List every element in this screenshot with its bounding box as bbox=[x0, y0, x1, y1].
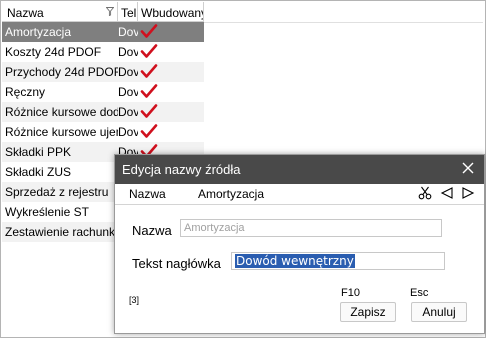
row-tel-cell: Dov bbox=[118, 85, 138, 99]
row-name-cell: Różnice kursowe doda bbox=[5, 105, 118, 119]
column-header-name[interactable]: Nazwa bbox=[2, 2, 118, 22]
save-shortcut-label: F10 bbox=[341, 287, 360, 299]
row-name-cell: Zestawienie rachunkó bbox=[5, 225, 118, 239]
filter-sort-icon[interactable] bbox=[106, 7, 114, 16]
name-field-label: Nazwa bbox=[132, 223, 172, 238]
table-row[interactable]: Koszty 24d PDOF Dov bbox=[2, 42, 204, 62]
table-row[interactable]: Różnice kursowe ujem Dov bbox=[2, 122, 204, 142]
row-built-in-cell bbox=[138, 22, 204, 42]
close-icon[interactable] bbox=[460, 160, 476, 176]
scissors-icon[interactable] bbox=[418, 186, 432, 200]
row-name-cell: Składki PPK bbox=[5, 145, 72, 159]
row-name-cell: Składki ZUS bbox=[5, 165, 72, 179]
edit-source-name-dialog: Edycja nazwy źródła Nazwa Amortyzacja Na… bbox=[114, 154, 485, 334]
cancel-button[interactable]: Anuluj bbox=[411, 302, 467, 322]
checkmark-icon bbox=[140, 64, 158, 78]
table-row[interactable]: Amortyzacja Dov bbox=[2, 22, 204, 42]
save-button[interactable]: Zapisz bbox=[340, 302, 396, 322]
row-built-in-cell bbox=[138, 42, 204, 62]
checkmark-icon bbox=[140, 24, 158, 38]
column-header-name-label: Nazwa bbox=[7, 6, 44, 20]
checkmark-icon bbox=[140, 124, 158, 138]
dialog-title: Edycja nazwy źródła bbox=[122, 162, 241, 177]
tab-value-name: Amortyzacja bbox=[198, 187, 265, 201]
row-built-in-cell bbox=[138, 102, 204, 122]
triangle-left-icon[interactable] bbox=[440, 186, 454, 200]
row-name-cell: Koszty 24d PDOF bbox=[5, 45, 102, 59]
row-name-cell: Amortyzacja bbox=[5, 25, 72, 39]
checkmark-icon bbox=[140, 84, 158, 98]
row-built-in-cell bbox=[138, 122, 204, 142]
column-header-tel[interactable]: Tel bbox=[118, 2, 138, 22]
column-header-built-in[interactable]: Wbudowany bbox=[138, 2, 204, 22]
row-tel-cell: Dov bbox=[118, 45, 138, 59]
header-text-selection: Dowód wewnętrzny bbox=[235, 254, 355, 268]
grid-empty-header-area bbox=[204, 2, 483, 23]
tab-label-name: Nazwa bbox=[129, 187, 166, 201]
row-built-in-cell bbox=[138, 82, 204, 102]
counter-label: [3] bbox=[129, 295, 140, 305]
checkmark-icon bbox=[140, 44, 158, 58]
row-name-cell: Wykreślenie ST bbox=[5, 205, 89, 219]
header-text-label: Tekst nagłówka bbox=[132, 256, 221, 271]
name-field: Amortyzacja bbox=[180, 219, 442, 237]
row-name-cell: Przychody 24d PDOF bbox=[5, 65, 118, 79]
row-tel-cell: Dov bbox=[118, 65, 138, 79]
row-name-cell: Ręczny bbox=[5, 85, 46, 99]
checkmark-icon bbox=[140, 104, 158, 118]
header-text-field[interactable]: Dowód wewnętrzny bbox=[231, 252, 445, 270]
row-tel-cell: Dov bbox=[118, 125, 138, 139]
row-name-cell: Różnice kursowe ujem bbox=[5, 125, 118, 139]
row-tel-cell: Dov bbox=[118, 105, 138, 119]
dialog-tab-bar: Nazwa Amortyzacja bbox=[115, 184, 484, 205]
row-tel-cell: Dov bbox=[118, 25, 138, 39]
table-row[interactable]: Ręczny Dov bbox=[2, 82, 204, 102]
table-row[interactable]: Różnice kursowe doda Dov bbox=[2, 102, 204, 122]
dialog-titlebar: Edycja nazwy źródła bbox=[115, 155, 484, 184]
triangle-right-icon[interactable] bbox=[461, 186, 475, 200]
table-row[interactable]: Przychody 24d PDOF Dov bbox=[2, 62, 204, 82]
cancel-shortcut-label: Esc bbox=[410, 287, 429, 299]
row-built-in-cell bbox=[138, 62, 204, 82]
row-name-cell: Sprzedaż z rejestru bbox=[5, 185, 109, 199]
